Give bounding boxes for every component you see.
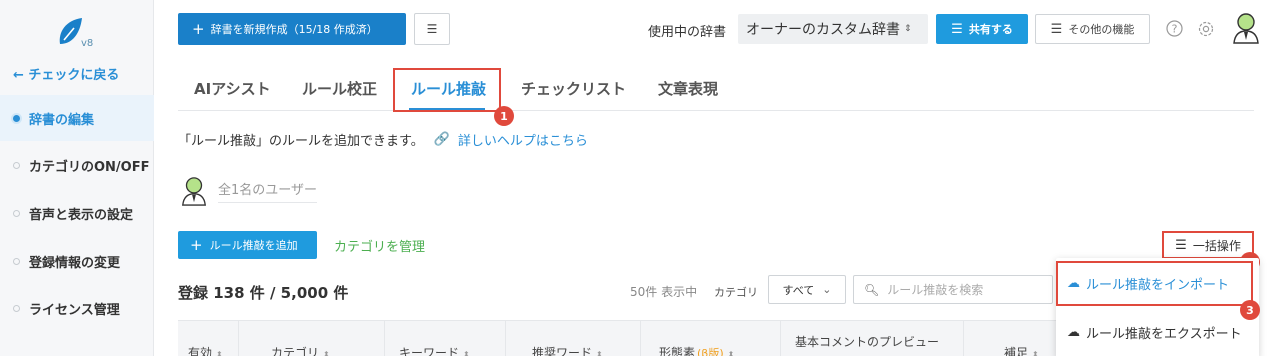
chevron-down-icon: ⌄	[822, 283, 832, 296]
annotation-highlight-tab	[393, 68, 501, 112]
new-dictionary-button[interactable]: + 辞書を新規作成（15/18 作成済）	[178, 13, 406, 45]
share-label: 共有する	[968, 23, 1013, 36]
add-rule-label: ルール推敲を追加	[209, 239, 298, 252]
link-icon: 🔗	[433, 132, 450, 147]
svg-text:?: ?	[1172, 23, 1178, 36]
plus-icon: +	[190, 236, 203, 254]
manage-category-link[interactable]: カテゴリを管理	[334, 236, 425, 255]
sidebar-item-label: 登録情報の変更	[29, 255, 121, 271]
sidebar-item-account-info[interactable]: 登録情報の変更	[0, 238, 154, 284]
category-filter-select[interactable]: すべて ⌄	[768, 275, 846, 304]
page-description: 「ルール推敲」のルールを追加できます。 🔗 詳しいヘルプはこちら	[178, 130, 588, 149]
gear-icon[interactable]	[1197, 20, 1215, 38]
column-label: 形態素	[659, 346, 696, 356]
help-circle-icon[interactable]: ?	[1166, 20, 1183, 37]
hamburger-icon: ☰	[426, 22, 438, 36]
radio-dot-icon	[13, 257, 20, 265]
search-icon: 🔍︎	[864, 282, 880, 297]
sort-icon: ⬍	[463, 350, 470, 356]
dictionary-in-use-label: 使用中の辞書	[648, 25, 727, 40]
bulk-actions-button[interactable]: ☰ 一括操作	[1162, 231, 1254, 259]
tab-ai-assist[interactable]: AIアシスト	[194, 78, 271, 99]
column-keyword[interactable]: キーワード ⬍	[385, 321, 506, 356]
help-sort-icon: ⬍	[727, 350, 735, 356]
list-icon: ☰	[951, 21, 963, 37]
column-category[interactable]: カテゴリ ⬍	[239, 321, 385, 356]
export-rules-menu-item[interactable]: ☁ ルール推敲をエクスポート	[1056, 310, 1259, 354]
description-text: 「ルール推敲」のルールを追加できます。	[178, 134, 424, 149]
search-placeholder: ルール推敲を検索	[887, 283, 984, 297]
annotation-highlight-import	[1056, 261, 1253, 306]
sidebar-item-label: カテゴリのON/OFF	[29, 159, 150, 175]
column-morpheme[interactable]: 形態素 (β版) ⬍	[641, 321, 781, 356]
back-to-check-link[interactable]: ← チェックに戻る	[13, 64, 119, 83]
app-version: v8	[81, 38, 94, 49]
list-icon: ☰	[1175, 237, 1187, 253]
category-filter-value: すべて	[782, 283, 815, 297]
column-label: 基本コメントのプレビュー	[795, 335, 940, 349]
user-avatar-icon	[182, 177, 206, 206]
annotation-marker-3: 3	[1240, 300, 1260, 320]
column-label: カテゴリ	[271, 346, 320, 356]
sort-icon: ⬍	[1032, 350, 1039, 356]
radio-dot-icon	[13, 114, 20, 122]
tab-rule-proofreading[interactable]: ルール校正	[302, 78, 377, 99]
column-enabled[interactable]: 有効 ⬍	[178, 321, 239, 356]
export-rules-label: ルール推敲をエクスポート	[1086, 326, 1242, 342]
select-arrows-icon: ⇕	[904, 24, 912, 34]
category-filter-label: カテゴリ	[714, 286, 758, 299]
registered-count: 登録 138 件 / 5,000 件	[178, 284, 349, 302]
help-link-label: 詳しいヘルプはこちら	[457, 134, 588, 149]
annotation-marker-1: 1	[494, 106, 514, 126]
tab-checklist[interactable]: チェックリスト	[521, 78, 626, 99]
sidebar-item-license[interactable]: ライセンス管理	[0, 285, 154, 331]
new-dictionary-label: 辞書を新規作成（15/18 作成済）	[210, 23, 378, 36]
column-label: 有効	[188, 346, 213, 356]
user-count-text: 全1名のユーザー	[218, 179, 318, 203]
menu-button[interactable]: ☰	[414, 13, 450, 45]
column-comment-preview[interactable]: 基本コメントのプレビュー	[781, 321, 964, 356]
sort-icon: ⬍	[323, 350, 330, 356]
sidebar-item-label: 辞書の編集	[29, 112, 95, 128]
avatar[interactable]	[1232, 12, 1260, 44]
sidebar-item-category-toggle[interactable]: カテゴリのON/OFF	[0, 142, 154, 188]
sidebar-item-label: ライセンス管理	[29, 302, 120, 318]
column-label: 推奨ワード	[532, 346, 593, 356]
rule-search-input[interactable]: 🔍︎ ルール推敲を検索	[853, 275, 1053, 304]
radio-dot-icon	[13, 161, 20, 169]
app-logo-icon	[59, 18, 82, 44]
column-label: 補足	[1004, 346, 1029, 356]
radio-dot-icon	[13, 304, 20, 312]
dictionary-select[interactable]: オーナーのカスタム辞書 ⇕	[738, 14, 928, 44]
add-rule-button[interactable]: + ルール推敲を追加	[178, 231, 317, 259]
column-suggested-word[interactable]: 推奨ワード ⬍	[506, 321, 641, 356]
plus-icon: +	[192, 20, 205, 38]
cloud-download-icon: ☁	[1067, 324, 1080, 340]
sidebar-item-label: 音声と表示の設定	[29, 207, 134, 223]
other-features-button[interactable]: ☰ その他の機能	[1035, 14, 1150, 44]
radio-dot-icon	[13, 209, 20, 217]
sidebar-item-edit-dictionary[interactable]: 辞書の編集	[0, 95, 154, 141]
column-label: キーワード	[399, 346, 460, 356]
share-button[interactable]: ☰ 共有する	[936, 14, 1028, 44]
user-share-row[interactable]: 全1名のユーザー	[180, 176, 318, 206]
sidebar: v8 ← チェックに戻る 辞書の編集 カテゴリのON/OFF 音声と表示の設定 …	[0, 0, 154, 356]
sort-icon: ⬍	[596, 350, 603, 356]
showing-count: 50件 表示中	[630, 285, 698, 299]
tab-bar: AIアシスト ルール校正 ルール推敲 チェックリスト 文章表現	[178, 66, 1254, 111]
sort-icon: ⬍	[216, 350, 223, 356]
sidebar-item-voice-display-settings[interactable]: 音声と表示の設定	[0, 190, 154, 236]
list-icon: ☰	[1050, 21, 1063, 37]
help-link[interactable]: 🔗 詳しいヘルプはこちら	[434, 130, 588, 149]
tab-writing-expression[interactable]: 文章表現	[658, 78, 718, 99]
beta-tag: (β版)	[697, 347, 724, 356]
dictionary-select-value: オーナーのカスタム辞書	[746, 22, 900, 38]
other-features-label: その他の機能	[1068, 23, 1135, 36]
bulk-actions-label: 一括操作	[1192, 238, 1241, 253]
